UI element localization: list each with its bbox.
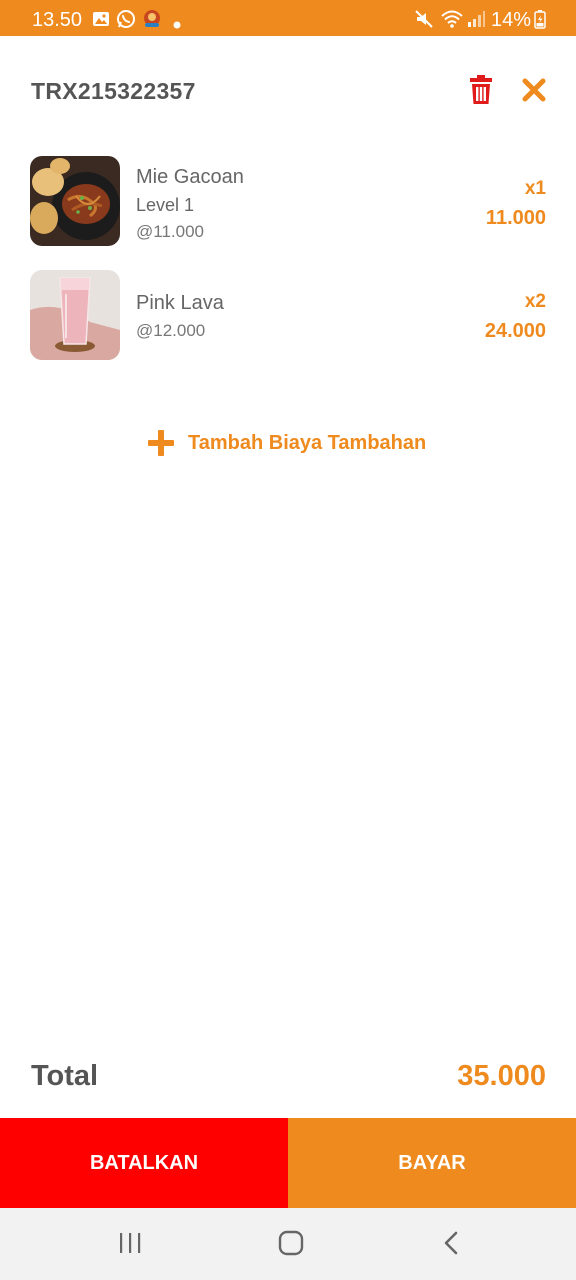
item-variant: Level 1 [136, 195, 195, 215]
noodle-dish-image [30, 156, 120, 246]
cancel-button[interactable]: BATALKAN [0, 1118, 288, 1208]
cancel-button-label: BATALKAN [89, 1151, 199, 1174]
pink-drink-image [30, 270, 120, 360]
recent-apps-icon[interactable] [118, 1232, 142, 1254]
total-label: Total [31, 1060, 99, 1092]
close-button[interactable] [521, 77, 551, 109]
pay-button[interactable]: BAYAR [288, 1118, 576, 1208]
delete-button[interactable] [466, 74, 496, 106]
battery-icon [534, 10, 546, 29]
wifi-icon [441, 10, 463, 28]
status-time: 13.50 [32, 9, 83, 31]
add-extra-fee-label: Tambah Biaya Tambahan [188, 431, 427, 454]
close-icon [522, 78, 546, 102]
home-icon[interactable] [278, 1230, 304, 1256]
signal-icon [468, 11, 485, 27]
add-extra-fee-button[interactable]: Tambah Biaya Tambahan [148, 428, 426, 458]
back-icon[interactable] [442, 1231, 460, 1255]
whatsapp-icon [117, 10, 135, 28]
item-subtotal: 24.000 [484, 320, 546, 342]
item-name: Pink Lava [136, 292, 224, 314]
item-quantity: x2 [524, 291, 546, 312]
status-bar: 13.50 14% [0, 0, 576, 36]
total-value: 35.000 [457, 1060, 546, 1092]
navigation-bar [0, 1208, 576, 1280]
dot-icon [173, 21, 181, 29]
battery-percentage: 14% [491, 9, 532, 31]
plus-icon [148, 430, 174, 456]
pay-button-label: BAYAR [398, 1151, 466, 1174]
mute-icon [415, 10, 433, 28]
item-unit-price: @11.000 [136, 222, 204, 241]
item-name: Mie Gacoan [136, 166, 244, 188]
item-subtotal: 11.000 [485, 207, 546, 229]
gallery-icon [93, 12, 109, 26]
app-icon [144, 10, 160, 27]
item-unit-price: @12.000 [136, 321, 206, 340]
trash-icon [470, 75, 492, 104]
transaction-id: TRX215322357 [31, 78, 196, 104]
item-quantity: x1 [524, 178, 546, 199]
